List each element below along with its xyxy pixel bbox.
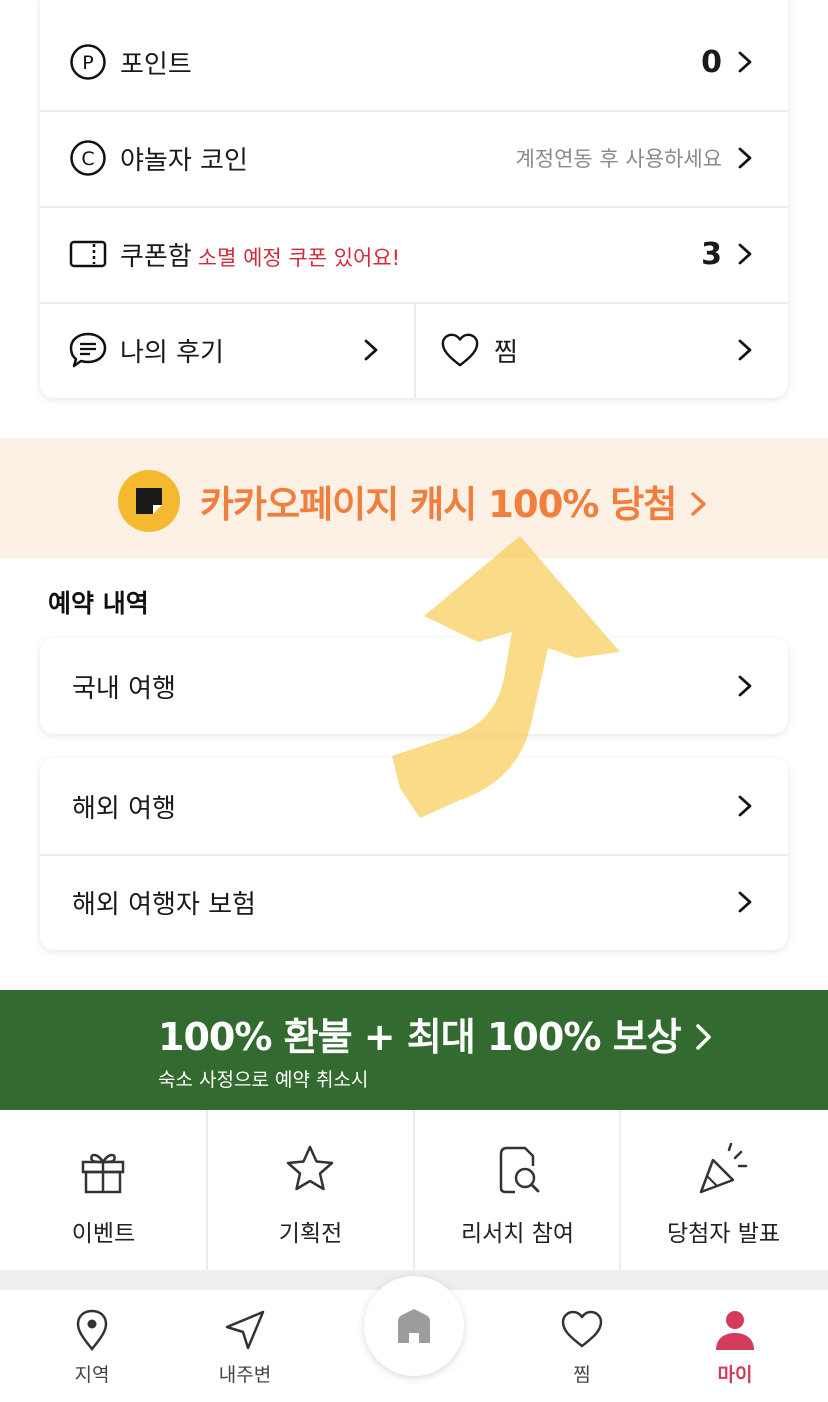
quick-menu-event[interactable]: 이벤트 xyxy=(0,1110,207,1270)
refund-banner-title: 100% 환불 + 최대 100% 보상 xyxy=(158,1015,682,1059)
quick-menu-label: 리서치 참여 xyxy=(460,1221,575,1247)
travel-insurance-row[interactable]: 해외 여행자 보험 xyxy=(40,854,788,950)
points-value: 0 xyxy=(701,44,722,80)
coin-label: 야놀자 코인 xyxy=(120,145,248,176)
refund-banner[interactable]: 100% 환불 + 최대 100% 보상 숙소 사정으로 예약 취소시 xyxy=(0,990,828,1110)
p-circle-icon: P xyxy=(68,42,108,82)
c-circle-icon: C xyxy=(68,138,108,178)
gift-icon xyxy=(73,1140,133,1200)
coupon-expiry-note: 소멸 예정 쿠폰 있어요! xyxy=(197,245,401,270)
points-row[interactable]: P 포인트 0 xyxy=(40,14,788,110)
points-label: 포인트 xyxy=(120,49,192,80)
navigation-arrow-icon xyxy=(223,1308,267,1352)
overseas-card: 해외 여행 해외 여행자 보험 xyxy=(40,758,788,950)
travel-insurance-label: 해외 여행자 보험 xyxy=(72,889,256,920)
heart-icon xyxy=(560,1308,604,1352)
coupon-count: 3 xyxy=(701,236,722,272)
chevron-right-icon xyxy=(688,485,710,528)
quick-menu-research[interactable]: 리서치 참여 xyxy=(414,1110,621,1270)
person-icon xyxy=(713,1308,757,1352)
chevron-right-icon xyxy=(736,673,754,699)
home-icon xyxy=(394,1306,434,1346)
chevron-right-icon xyxy=(362,337,380,363)
nav-region[interactable]: 지역 xyxy=(32,1290,152,1402)
kakaopage-banner-label: 카카오페이지 캐시 100% 당첨 xyxy=(200,483,677,526)
quick-menu-exhibition[interactable]: 기획전 xyxy=(207,1110,414,1270)
nav-label-active: 마이 xyxy=(717,1364,753,1386)
chevron-right-icon xyxy=(693,1018,715,1062)
quick-menu-label: 기획전 xyxy=(278,1221,343,1247)
research-icon xyxy=(487,1140,547,1200)
nav-my[interactable]: 마이 xyxy=(675,1290,795,1402)
review-label: 나의 후기 xyxy=(120,337,224,368)
reservations-title: 예약 내역 xyxy=(48,589,149,618)
chevron-right-icon xyxy=(736,889,754,915)
wish-label: 찜 xyxy=(494,337,518,368)
nav-label: 지역 xyxy=(74,1364,110,1386)
nav-home-button[interactable] xyxy=(364,1276,464,1376)
quick-menu-label: 당첨자 발표 xyxy=(666,1221,781,1247)
account-card: P 포인트 0 C 야놀자 코인 계정연동 후 사용하세요 쿠폰함 소멸 예정 쿠… xyxy=(40,0,788,398)
chevron-right-icon xyxy=(736,793,754,819)
kakaopage-banner[interactable]: 카카오페이지 캐시 100% 당첨 xyxy=(0,438,828,558)
domestic-card: 국내 여행 xyxy=(40,638,788,734)
refund-banner-title-group: 100% 환불 + 최대 100% 보상 xyxy=(158,1006,715,1062)
heart-icon xyxy=(440,330,480,370)
kakaopage-banner-text: 카카오페이지 캐시 100% 당첨 xyxy=(200,474,710,528)
chevron-right-icon xyxy=(736,145,754,171)
wish-row[interactable]: 찜 xyxy=(416,302,788,398)
nav-label: 찜 xyxy=(573,1364,591,1386)
chevron-right-icon xyxy=(736,241,754,267)
coupon-label: 쿠폰함 xyxy=(120,241,192,272)
coin-value: 계정연동 후 사용하세요 xyxy=(515,147,722,171)
star-icon xyxy=(280,1140,340,1200)
nav-label: 내주변 xyxy=(218,1364,272,1386)
domestic-travel-label: 국내 여행 xyxy=(72,673,176,704)
kakaopage-logo xyxy=(118,470,180,532)
coupon-row[interactable]: 쿠폰함 소멸 예정 쿠폰 있어요! 3 xyxy=(40,206,788,302)
chevron-right-icon xyxy=(736,337,754,363)
domestic-travel-row[interactable]: 국내 여행 xyxy=(40,638,788,734)
review-row[interactable]: 나의 후기 xyxy=(40,302,414,398)
chat-icon xyxy=(68,330,108,370)
quick-menu-label: 이벤트 xyxy=(71,1221,136,1247)
quick-menu: 이벤트 기획전 리서치 참여 당첨자 발표 xyxy=(0,1110,828,1270)
quick-menu-winners[interactable]: 당첨자 발표 xyxy=(620,1110,827,1270)
ticket-icon xyxy=(68,234,108,274)
nav-wish[interactable]: 찜 xyxy=(522,1290,642,1402)
svg-text:P: P xyxy=(82,52,93,74)
coupon-label-group: 쿠폰함 소멸 예정 쿠폰 있어요! xyxy=(120,236,400,273)
coin-row[interactable]: C 야놀자 코인 계정연동 후 사용하세요 xyxy=(40,110,788,206)
nav-nearby[interactable]: 내주변 xyxy=(185,1290,305,1402)
location-pin-icon xyxy=(70,1308,114,1352)
overseas-travel-label: 해외 여행 xyxy=(72,793,176,824)
chevron-right-icon xyxy=(736,49,754,75)
overseas-travel-row[interactable]: 해외 여행 xyxy=(40,758,788,854)
svg-text:C: C xyxy=(81,148,94,170)
party-icon xyxy=(693,1140,753,1200)
refund-banner-subtitle: 숙소 사정으로 예약 취소시 xyxy=(158,1069,369,1091)
